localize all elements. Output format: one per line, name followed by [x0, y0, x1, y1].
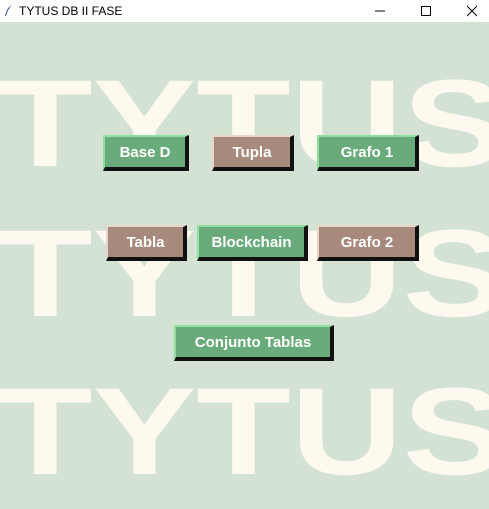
background-watermark: TYTUS TYTUS TYTUS: [0, 22, 489, 509]
tupla-button[interactable]: Tupla: [212, 135, 294, 171]
close-button[interactable]: [450, 0, 489, 22]
minimize-button[interactable]: [358, 0, 402, 22]
watermark-text: TYTUS: [0, 363, 489, 501]
feather-icon: [4, 5, 14, 17]
maximize-icon: [421, 6, 431, 16]
maximize-button[interactable]: [404, 0, 448, 22]
blockchain-button[interactable]: Blockchain: [197, 225, 308, 261]
grafo-2-button[interactable]: Grafo 2: [317, 225, 419, 261]
conjunto-tablas-button[interactable]: Conjunto Tablas: [174, 325, 334, 361]
close-icon: [466, 5, 478, 17]
title-bar[interactable]: TYTUS DB II FASE: [0, 0, 489, 22]
tabla-button[interactable]: Tabla: [106, 225, 187, 261]
minimize-icon: [375, 10, 385, 12]
window-title: TYTUS DB II FASE: [19, 4, 123, 18]
app-window: TYTUS DB II FASE TYTUS TYTUS TYTUS Base …: [0, 0, 489, 509]
base-d-button[interactable]: Base D: [103, 135, 189, 171]
grafo-1-button[interactable]: Grafo 1: [317, 135, 419, 171]
